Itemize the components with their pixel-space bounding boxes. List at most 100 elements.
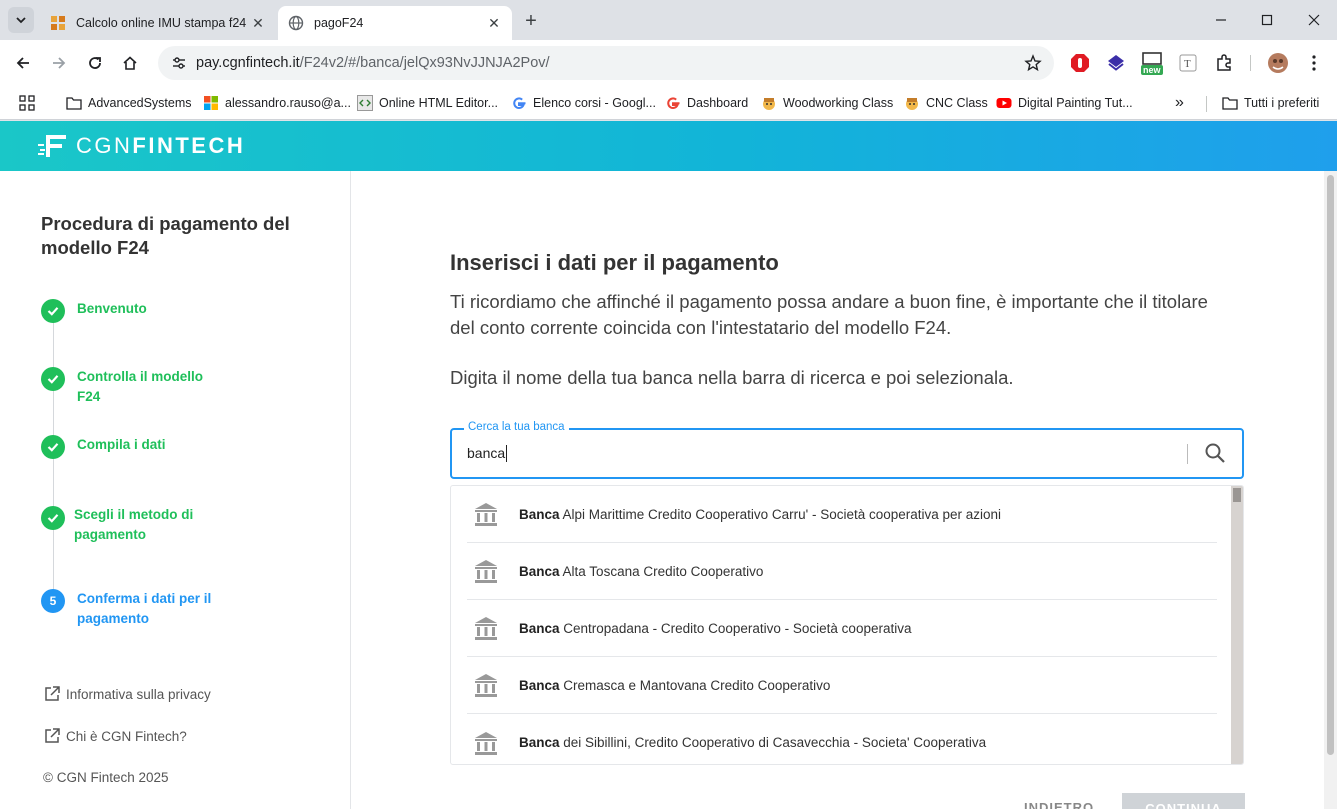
stop-sign-extension-icon[interactable] [1068,51,1092,75]
close-window-button[interactable] [1294,6,1334,34]
bookmark-label: alessandro.rauso@a... [225,96,351,110]
url-path: /F24v2/#/banca/jelQx93NvJJNJA2Pov/ [299,55,550,71]
bookmark-cnc[interactable]: CNC Class [904,92,988,114]
folder-icon [1222,97,1238,110]
new-badge: new [1143,65,1161,75]
close-icon [1308,14,1320,26]
puzzle-extensions-icon[interactable] [1212,51,1236,75]
check-icon [41,299,65,323]
code-icon [357,95,373,111]
tune-icon [173,57,185,69]
step-controlla-modello[interactable]: Controlla il modello F24 [41,367,227,407]
bookmark-digital-painting[interactable]: Digital Painting Tut... [996,92,1133,114]
cgn-fintech-logo[interactable]: CGNFINTECH [38,133,245,159]
bookmarks-overflow-button[interactable]: » [1175,92,1184,114]
screen-extension-icon[interactable]: new [1140,51,1164,75]
instruction-paragraph: Ti ricordiamo che affinché il pagamento … [450,291,1208,338]
close-icon[interactable]: ✕ [486,15,502,31]
bank-name-match: Banca [519,677,560,693]
bank-name-match: Banca [519,735,560,750]
bookmark-star-icon[interactable] [1024,54,1042,77]
back-button[interactable] [9,49,37,77]
sidebar-title: Procedura di pagamento del modello F24 [41,213,290,258]
forward-button[interactable] [45,49,73,77]
bank-result-item[interactable]: Banca Cremasca e Mantovana Credito Coope… [467,657,1217,714]
text-extension-icon[interactable]: T [1176,51,1200,75]
bookmark-elenco-corsi[interactable]: Elenco corsi - Googl... [511,92,656,114]
folder-icon [66,97,82,110]
site-info-button[interactable] [164,55,194,71]
link-label: Chi è CGN Fintech? [66,728,187,744]
page-scrollbar-thumb[interactable] [1327,175,1334,755]
bank-name-match: Banca [519,563,560,579]
step-benvenuto[interactable]: Benvenuto [41,299,227,323]
bank-name: Banca Alpi Marittime Credito Cooperativo… [519,507,1001,522]
tab-title: pagoF24 [314,16,364,30]
minimize-button[interactable] [1201,6,1241,34]
search-divider [1187,444,1188,464]
minimize-icon [1216,19,1226,21]
bookmark-label: AdvancedSystems [88,96,192,110]
profile-avatar[interactable] [1266,51,1290,75]
bank-name: Banca Alta Toscana Credito Cooperativo [519,564,763,579]
bank-name-match: Banca [519,506,560,522]
bank-name: Banca dei Sibillini, Credito Cooperativo… [519,735,986,750]
bank-icon [475,560,497,583]
bookmark-advancedsystems[interactable]: AdvancedSystems [66,92,192,114]
tab-search-button[interactable] [8,7,34,33]
layers-extension-icon[interactable] [1104,51,1128,75]
page-scrollbar[interactable] [1324,171,1337,809]
maximize-icon [1261,14,1273,26]
avatar-icon [763,98,775,110]
orange-grid-icon [51,16,65,30]
search-icon[interactable] [1204,442,1226,469]
arrow-left-icon [16,57,29,69]
bank-search-input[interactable]: Cerca la tua banca banca [450,421,1244,479]
menu-kebab-icon[interactable] [1302,51,1326,75]
page-title: Inserisci i dati per il pagamento [450,250,779,275]
cgn-logo-mark-icon [38,135,66,157]
all-bookmarks-folder[interactable]: Tutti i preferiti [1222,92,1319,114]
bookmarks-bar: AdvancedSystems alessandro.rauso@a... On… [0,86,1337,120]
bookmark-html-editor[interactable]: Online HTML Editor... [357,92,498,114]
results-scrollbar[interactable] [1231,486,1243,764]
step-compila-dati[interactable]: Compila i dati [41,435,227,459]
bank-name-rest: Centropadana - Credito Cooperativo - Soc… [559,620,912,636]
continue-button[interactable]: CONTINUA [1122,793,1245,809]
tab-imu[interactable]: Calcolo online IMU stampa f24 ✕ [40,6,276,40]
check-icon [41,506,65,530]
search-value: banca [467,445,508,462]
home-button[interactable] [116,49,144,77]
back-step-button[interactable]: INDIETRO [1024,800,1094,809]
privacy-link[interactable]: Informativa sulla privacy [43,685,211,703]
bookmark-email[interactable]: alessandro.rauso@a... [203,92,351,114]
address-bar[interactable]: pay.cgnfintech.it/F24v2/#/banca/jelQx93N… [158,46,1054,80]
logo-text-light: CGN [76,133,133,158]
results-scrollbar-thumb[interactable] [1233,488,1241,502]
step-label: Conferma i dati per il pagamento [77,591,212,626]
copyright-text: © CGN Fintech 2025 [43,770,169,785]
link-label: Informativa sulla privacy [66,686,211,702]
about-cgn-link[interactable]: Chi è CGN Fintech? [43,727,187,745]
check-icon [41,367,65,391]
apps-button[interactable] [19,92,41,114]
tab-strip: Calcolo online IMU stampa f24 ✕ pagoF24 … [0,0,1337,40]
maximize-button[interactable] [1247,6,1287,34]
tab-pagof24[interactable]: pagoF24 ✕ [278,6,512,40]
bookmark-woodworking[interactable]: Woodworking Class [761,92,893,114]
new-tab-button[interactable]: + [518,8,544,34]
bank-result-item[interactable]: Banca Centropadana - Credito Cooperativo… [467,600,1217,657]
main-content: Inserisci i dati per il pagamento Ti ric… [352,171,1324,809]
bank-icon [475,674,497,697]
step-scegli-metodo[interactable]: Scegli il metodo di pagamento [41,505,224,545]
bookmark-dashboard[interactable]: Dashboard [665,92,748,114]
bank-result-item[interactable]: Banca Alta Toscana Credito Cooperativo [467,543,1217,600]
reload-button[interactable] [81,49,109,77]
close-icon[interactable]: ✕ [250,15,266,31]
bank-name: Banca Centropadana - Credito Cooperativo… [519,621,911,636]
bank-result-item[interactable]: Banca Alpi Marittime Credito Cooperativo… [467,486,1217,543]
bank-result-item[interactable]: Banca dei Sibillini, Credito Cooperativo… [467,714,1217,764]
bank-icon [475,617,497,640]
steps-sidebar: Procedura di pagamento del modello F24 B… [0,171,351,809]
search-label: Cerca la tua banca [464,421,569,433]
